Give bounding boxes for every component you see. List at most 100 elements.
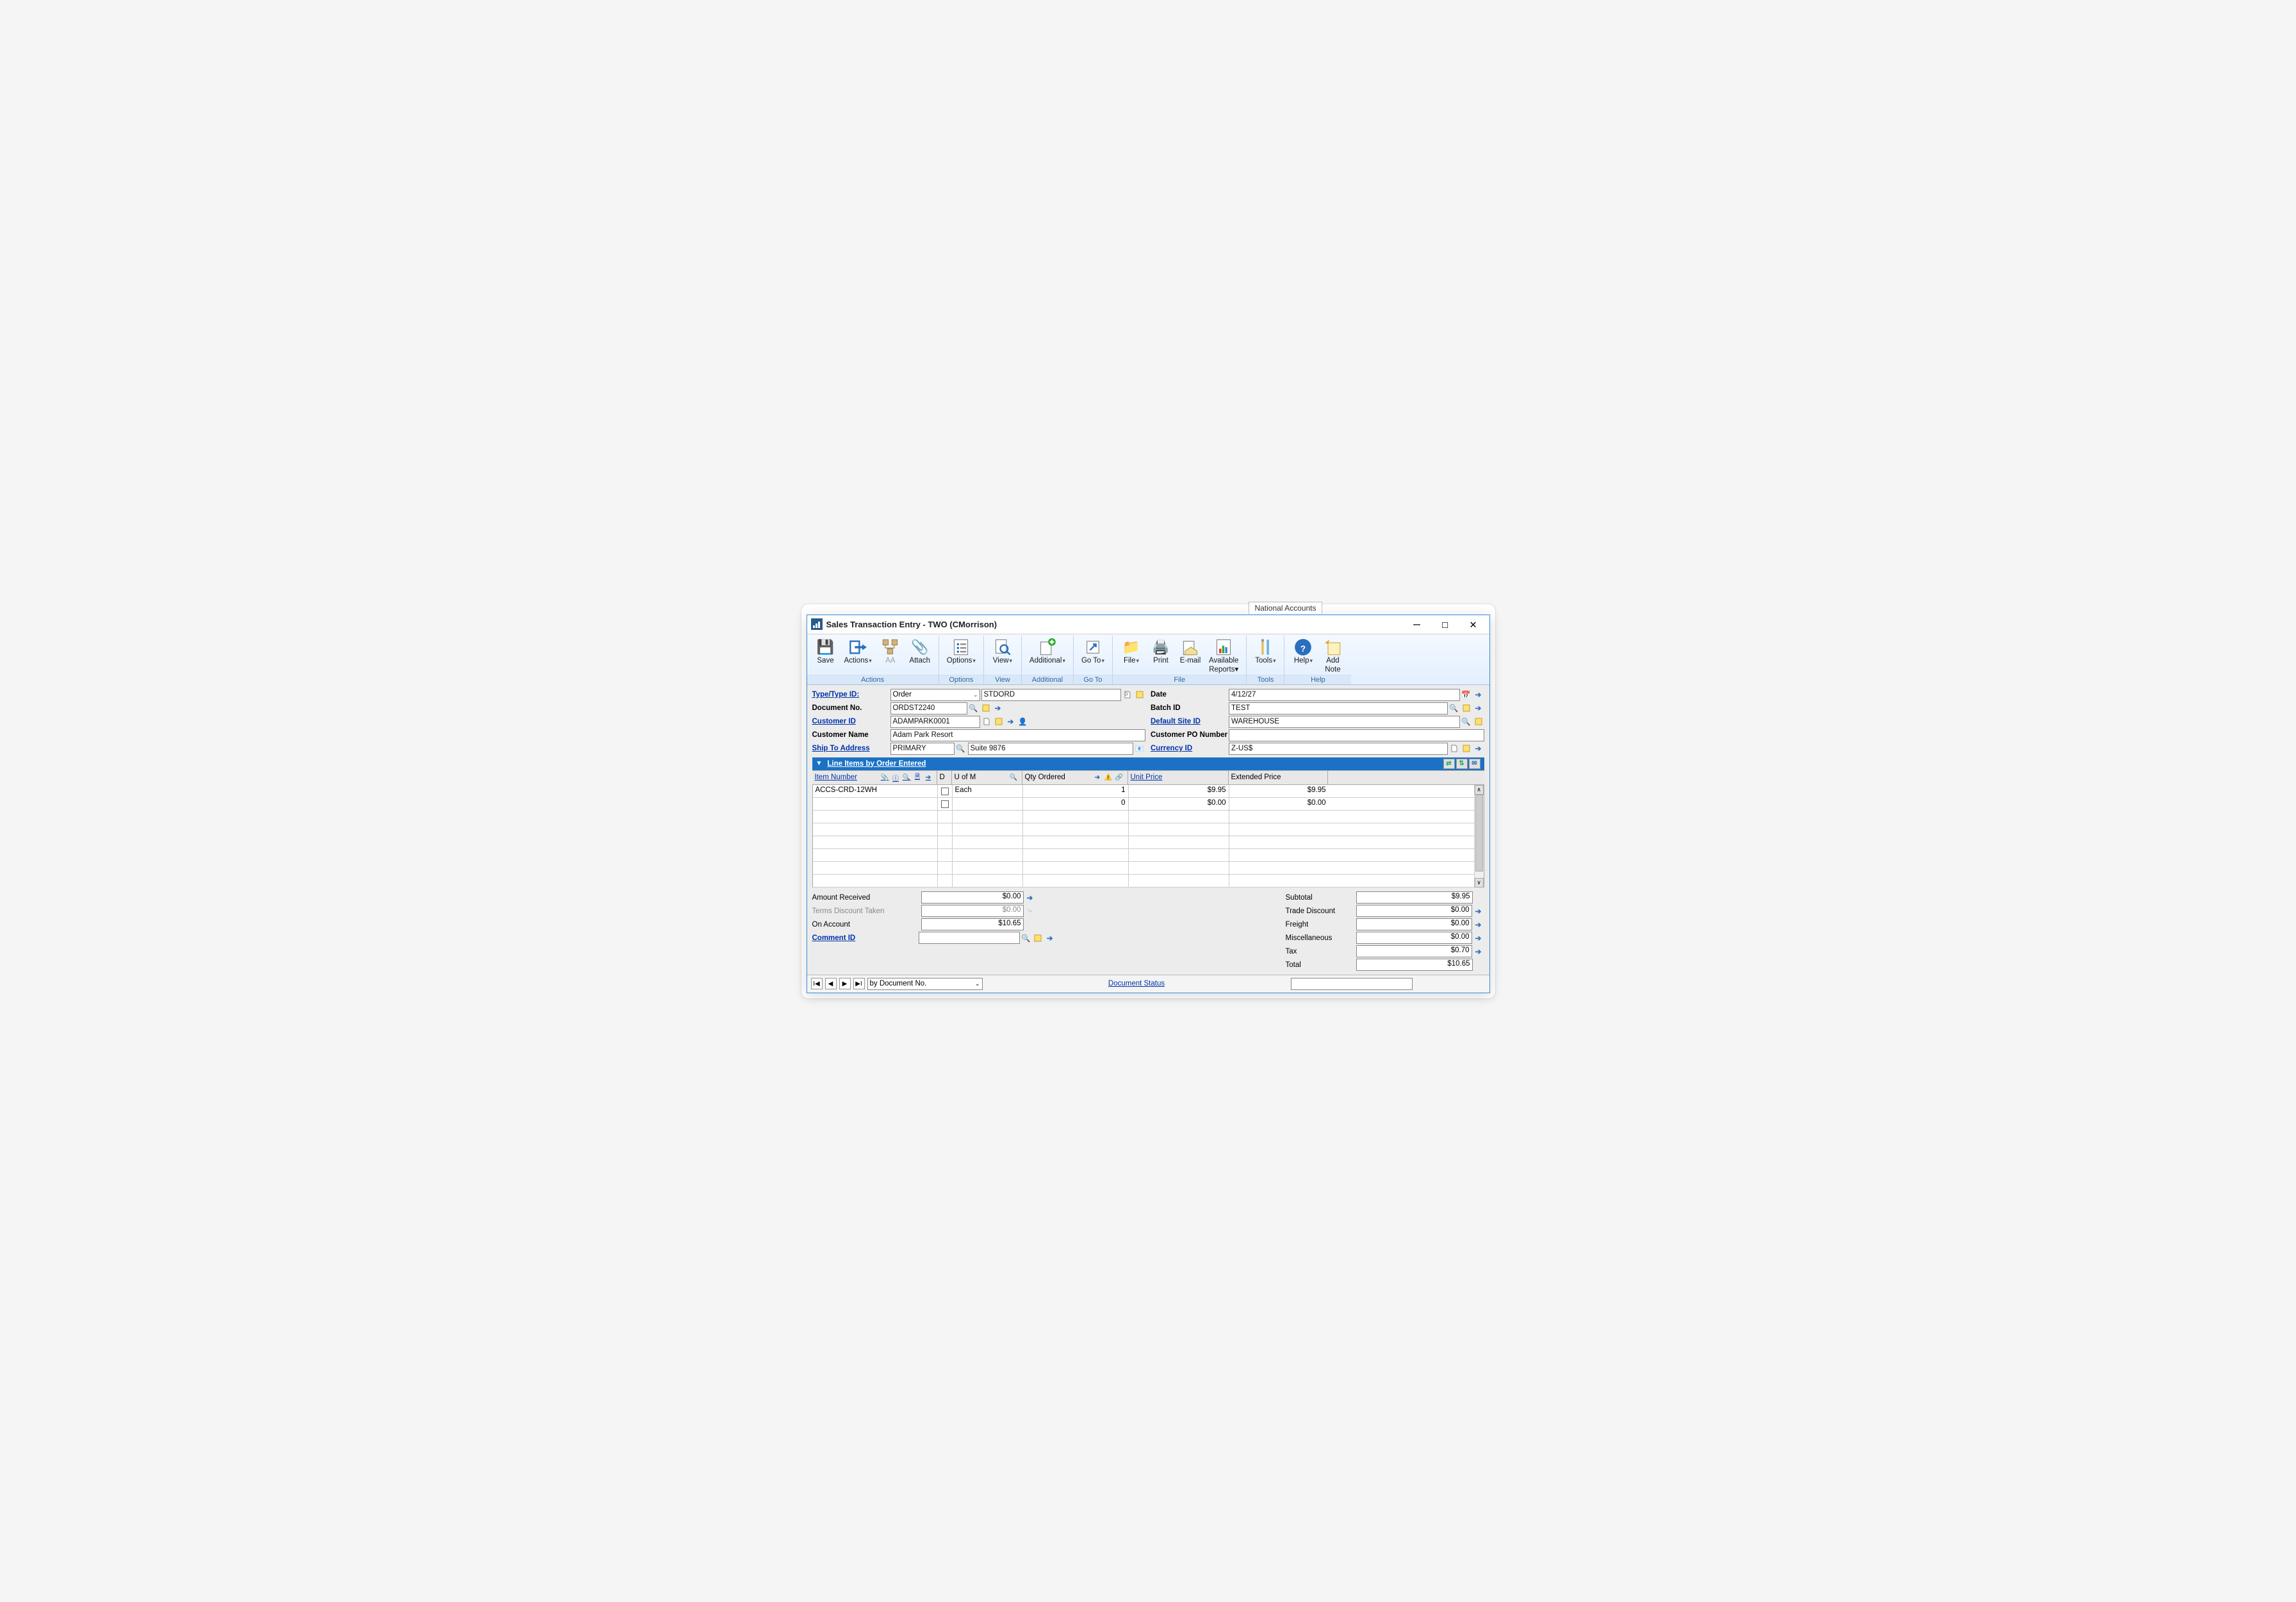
cell-unit-price[interactable] (1129, 875, 1229, 887)
cell-unit-price[interactable] (1129, 862, 1229, 874)
cell-item[interactable] (813, 798, 938, 810)
cell-qty[interactable]: 0 (1023, 798, 1129, 810)
cell-ext-price[interactable] (1229, 875, 1329, 887)
note-icon[interactable] (1032, 932, 1044, 944)
cell-item[interactable] (813, 836, 938, 848)
sort-icon[interactable]: ▼ (816, 760, 823, 767)
po-input[interactable] (1229, 729, 1484, 741)
calendar-icon[interactable]: 📅 (1461, 689, 1472, 700)
cell-uom[interactable] (953, 875, 1023, 887)
site-label[interactable]: Default Site ID (1151, 718, 1229, 725)
cell-d[interactable] (938, 798, 953, 810)
nav-by-select[interactable]: by Document No.⌄ (867, 978, 983, 990)
cell-item[interactable] (813, 811, 938, 823)
note-icon[interactable] (1134, 689, 1145, 700)
lookup-icon[interactable]: 🔍 (1461, 716, 1472, 727)
nav-next-button[interactable]: ▶ (839, 978, 851, 989)
attach-icon[interactable]: 📎 (880, 773, 890, 782)
cell-d[interactable] (938, 785, 953, 797)
info-icon[interactable]: ⓘ (891, 773, 901, 782)
expand-icon[interactable]: ➔ (1473, 689, 1484, 700)
additional-button[interactable]: Additional (1026, 638, 1069, 665)
print-button[interactable]: 🖨️ Print (1146, 638, 1176, 674)
actions-button[interactable]: Actions (840, 638, 876, 665)
expand-icon[interactable]: ➔ (1044, 932, 1056, 944)
expand-icon[interactable]: ➔ (1473, 932, 1484, 944)
address-icon[interactable]: 📧 (1134, 743, 1145, 754)
help-button[interactable]: ? Help (1288, 638, 1318, 674)
note-icon[interactable] (1473, 716, 1484, 727)
expand-icon[interactable]: ➔ (1473, 946, 1484, 957)
cell-item[interactable]: ACCS-CRD-12WH (813, 785, 938, 797)
cell-uom[interactable] (953, 849, 1023, 861)
cell-qty[interactable]: 1 (1023, 785, 1129, 797)
cell-d[interactable] (938, 849, 953, 861)
cell-ext-price[interactable]: $9.95 (1229, 785, 1329, 797)
save-button[interactable]: 💾 Save (811, 638, 840, 665)
col-unit-price[interactable]: Unit Price (1128, 771, 1229, 784)
table-row[interactable] (813, 823, 1484, 836)
cell-item[interactable] (813, 849, 938, 861)
reports-button[interactable]: Available Reports▾ (1205, 638, 1242, 674)
cell-d[interactable] (938, 823, 953, 836)
expand-icon[interactable]: ➔ (924, 773, 933, 782)
comment-input[interactable] (919, 932, 1019, 944)
cell-unit-price[interactable] (1129, 849, 1229, 861)
freight-input[interactable]: $0.00 (1356, 918, 1472, 930)
comment-label[interactable]: Comment ID (812, 934, 856, 942)
cell-qty[interactable] (1023, 823, 1129, 836)
type-label[interactable]: Type/Type ID: (812, 691, 890, 698)
expand-icon[interactable]: ➔ (1093, 773, 1103, 782)
cell-uom[interactable] (953, 862, 1023, 874)
currency-label[interactable]: Currency ID (1151, 745, 1229, 752)
close-button[interactable]: ✕ (1465, 618, 1482, 631)
cell-ext-price[interactable] (1229, 823, 1329, 836)
cell-unit-price[interactable] (1129, 823, 1229, 836)
cell-ext-price[interactable] (1229, 849, 1329, 861)
batch-input[interactable]: TEST (1229, 702, 1448, 714)
lookup-icon[interactable] (1448, 743, 1460, 754)
scroll-down-icon[interactable]: ∨ (1475, 878, 1484, 888)
table-row[interactable] (813, 862, 1484, 875)
currency-input[interactable]: Z-US$ (1229, 743, 1448, 755)
cell-uom[interactable]: Each (953, 785, 1023, 797)
cell-ext-price[interactable] (1229, 836, 1329, 848)
lookup-icon[interactable]: 🔍 (1009, 773, 1019, 782)
lookup-icon[interactable]: 🔍 (968, 702, 980, 714)
cell-unit-price[interactable] (1129, 836, 1229, 848)
cell-ext-price[interactable] (1229, 862, 1329, 874)
table-row[interactable] (813, 836, 1484, 849)
cell-unit-price[interactable]: $0.00 (1129, 798, 1229, 810)
lookup-icon[interactable]: 🔍 (1021, 932, 1032, 944)
expand-icon[interactable]: ➔ (992, 702, 1004, 714)
note-icon[interactable] (980, 702, 992, 714)
cell-uom[interactable] (953, 836, 1023, 848)
maximize-button[interactable]: ☐ (1437, 618, 1454, 631)
nav-first-button[interactable]: I◀ (811, 978, 823, 989)
scroll-thumb[interactable] (1475, 795, 1483, 871)
shipto-label[interactable]: Ship To Address (812, 745, 890, 752)
cell-item[interactable] (813, 823, 938, 836)
cell-qty[interactable] (1023, 811, 1129, 823)
cell-item[interactable] (813, 875, 938, 887)
trade-input[interactable]: $0.00 (1356, 905, 1472, 917)
add-note-button[interactable]: Add Note (1318, 638, 1347, 674)
cell-ext-price[interactable]: $0.00 (1229, 798, 1329, 810)
scrollbar[interactable]: ∧ ∨ (1474, 785, 1484, 888)
expand-icon[interactable]: ➔ (1024, 892, 1036, 904)
cell-qty[interactable] (1023, 875, 1129, 887)
type-id-input[interactable]: STDORD (981, 689, 1122, 701)
type-select[interactable]: Order⌄ (890, 689, 980, 701)
table-row[interactable] (813, 875, 1484, 888)
alert-icon[interactable]: ⚠️ (1104, 773, 1113, 782)
cell-item[interactable] (813, 862, 938, 874)
site-input[interactable]: WAREHOUSE (1229, 716, 1460, 728)
note-icon[interactable] (993, 716, 1004, 727)
lookup-icon[interactable]: 🔍 (1448, 702, 1460, 714)
table-row[interactable]: ACCS-CRD-12WHEach1$9.95$9.95 (813, 785, 1484, 798)
date-input[interactable]: 4/12/27 (1229, 689, 1460, 701)
cell-uom[interactable] (953, 823, 1023, 836)
shipto-input[interactable]: PRIMARY (890, 743, 955, 755)
grid-collapse-icon[interactable]: ⇅ (1456, 759, 1468, 769)
expand-icon[interactable]: ➔ (1473, 919, 1484, 930)
